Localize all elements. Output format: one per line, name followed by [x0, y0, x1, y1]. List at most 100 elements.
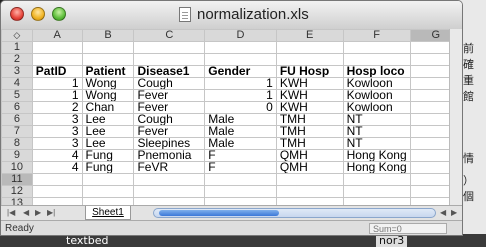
row-header[interactable]: 7 — [1, 125, 33, 138]
cell-f6[interactable]: Kowloon — [342, 101, 411, 114]
cell-f6[interactable]: NT — [342, 113, 411, 126]
row-header[interactable]: 5 — [1, 89, 33, 102]
row-header[interactable]: 6 — [1, 113, 33, 126]
cell-d6[interactable]: Male — [204, 113, 277, 126]
cell-e3[interactable]: FU Hosp — [275, 65, 344, 78]
cell-e4[interactable]: KWH — [275, 77, 344, 90]
cell-c6[interactable]: Cough — [133, 113, 206, 126]
cell-b5[interactable]: Wong — [81, 89, 135, 102]
cell-d10[interactable]: F — [204, 161, 277, 174]
row-header[interactable]: 8 — [1, 137, 33, 150]
cell-b4[interactable]: Wong — [81, 77, 135, 90]
cell-e9[interactable]: QMH — [275, 149, 344, 162]
cell-f2[interactable] — [342, 53, 411, 66]
cell-e13[interactable] — [275, 197, 344, 205]
cell-b1[interactable] — [81, 41, 135, 54]
select-all-corner[interactable]: ◇ — [1, 29, 33, 42]
cell-d8[interactable]: Male — [204, 137, 277, 150]
cell-d7[interactable]: Male — [204, 125, 277, 138]
row-header[interactable]: 11 — [1, 173, 33, 186]
cell-d12[interactable] — [204, 185, 277, 198]
cell-e8[interactable]: TMH — [275, 137, 344, 150]
cell-d5[interactable]: 1 — [204, 89, 277, 102]
cell-a6[interactable]: 3 — [31, 113, 83, 126]
cell-b3[interactable]: Patient — [81, 65, 135, 78]
cell-a9[interactable]: 4 — [31, 149, 83, 162]
cell-a7[interactable]: 3 — [31, 125, 83, 138]
row-header[interactable]: 3 — [1, 65, 33, 78]
cell-a4[interactable]: 1 — [31, 77, 83, 90]
cell-d13[interactable] — [204, 197, 277, 205]
cell-e5[interactable]: KWH — [275, 89, 344, 102]
cell-b7[interactable]: Lee — [81, 125, 135, 138]
cell-c5[interactable]: Fever — [133, 89, 206, 102]
cell-d3[interactable]: Gender — [204, 65, 277, 78]
cell-a11[interactable] — [31, 173, 83, 186]
cell-c13[interactable] — [133, 197, 206, 205]
cell-e6[interactable]: KWH — [275, 101, 344, 114]
row-header[interactable]: 12 — [1, 185, 33, 198]
cell-c9[interactable]: Pnemonia — [133, 149, 206, 162]
column-header-b[interactable]: B — [81, 29, 135, 42]
cell-e2[interactable] — [275, 53, 344, 66]
cell-a2[interactable] — [31, 53, 83, 66]
vertical-scrollbar[interactable] — [449, 29, 462, 205]
cell-b2[interactable] — [81, 53, 135, 66]
cell-d9[interactable]: F — [204, 149, 277, 162]
column-header-d[interactable]: D — [204, 29, 277, 42]
first-sheet-icon[interactable]: |◀ — [7, 208, 15, 217]
cell-b9[interactable]: Fung — [81, 149, 135, 162]
cell-f4[interactable]: Kowloon — [342, 77, 411, 90]
cell-e10[interactable]: QMH — [275, 161, 344, 174]
cell-f9[interactable]: Hong Kong — [342, 149, 411, 162]
cell-e6[interactable]: TMH — [275, 113, 344, 126]
zoom-button[interactable] — [52, 7, 66, 21]
cell-c8[interactable]: Sleepines — [133, 137, 206, 150]
horizontal-scrollbar[interactable] — [153, 208, 436, 218]
cell-c12[interactable] — [133, 185, 206, 198]
spreadsheet-grid[interactable]: ◇ A B C D E F G 1 2 3 PatID Patient Disease1 G… — [1, 29, 462, 205]
cell-f1[interactable] — [342, 41, 411, 54]
cell-f13[interactable] — [342, 197, 411, 205]
cell-b8[interactable]: Lee — [81, 137, 135, 150]
column-header-e[interactable]: E — [275, 29, 344, 42]
cell-a3[interactable]: PatID — [31, 65, 83, 78]
cell-f3[interactable]: Hosp loco — [342, 65, 411, 78]
cell-b11[interactable] — [81, 173, 135, 186]
cell-b12[interactable] — [81, 185, 135, 198]
horizontal-scroll-thumb[interactable] — [159, 210, 279, 216]
cell-d4[interactable]: 1 — [204, 77, 277, 90]
close-button[interactable] — [10, 7, 24, 21]
row-header[interactable]: 2 — [1, 53, 33, 66]
row-header[interactable]: 4 — [1, 77, 33, 90]
cell-d1[interactable] — [204, 41, 277, 54]
cell-f8[interactable]: NT — [342, 137, 411, 150]
cell-f7[interactable]: NT — [342, 125, 411, 138]
next-sheet-icon[interactable]: ▶ — [35, 208, 41, 217]
cell-c7[interactable]: Fever — [133, 125, 206, 138]
cell-e11[interactable] — [275, 173, 344, 186]
cell-a12[interactable] — [31, 185, 83, 198]
cell-e1[interactable] — [275, 41, 344, 54]
cell-c11[interactable] — [133, 173, 206, 186]
cell-c2[interactable] — [133, 53, 206, 66]
cell-a8[interactable]: 3 — [31, 137, 83, 150]
title-bar[interactable]: normalization.xls — [1, 1, 462, 30]
row-header[interactable]: 10 — [1, 161, 33, 174]
cell-a10[interactable]: 4 — [31, 161, 83, 174]
column-header-a[interactable]: A — [31, 29, 83, 42]
cell-d2[interactable] — [204, 53, 277, 66]
last-sheet-icon[interactable]: ▶| — [47, 208, 55, 217]
cell-e12[interactable] — [275, 185, 344, 198]
cell-d6[interactable]: 0 — [204, 101, 277, 114]
cell-a1[interactable] — [31, 41, 83, 54]
row-header[interactable]: 6 — [1, 101, 33, 114]
cell-f12[interactable] — [342, 185, 411, 198]
minimize-button[interactable] — [31, 7, 45, 21]
cell-b13[interactable] — [81, 197, 135, 205]
cell-b6[interactable]: Chan — [81, 101, 135, 114]
cell-f5[interactable]: Kowloon — [342, 89, 411, 102]
cell-c10[interactable]: FeVR — [133, 161, 206, 174]
cell-table[interactable]: ◇ A B C D E F G 1 2 3 PatID Patient Disease1 G… — [1, 29, 462, 205]
cell-c4[interactable]: Cough — [133, 77, 206, 90]
